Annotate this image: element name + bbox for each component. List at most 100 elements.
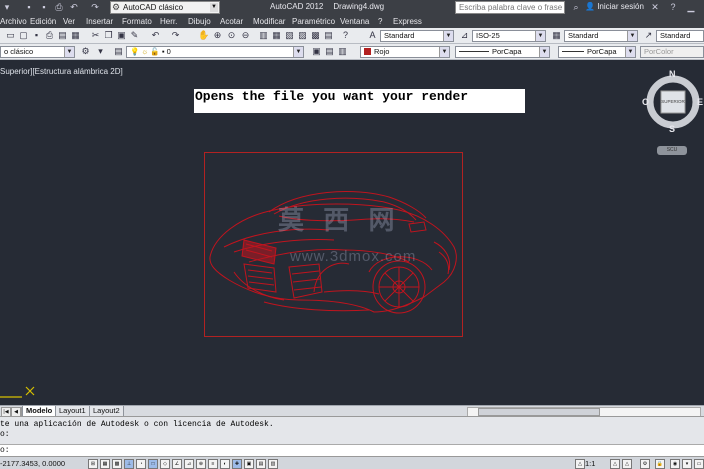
chevron-down-icon[interactable]: ▼ (539, 47, 549, 57)
workspace-selector[interactable]: ⚙ AutoCAD clásico ▼ (110, 1, 220, 14)
lock-icon[interactable]: 🔒 (655, 459, 665, 469)
workspace-combo[interactable]: o clásico ▼ (0, 46, 75, 58)
chevron-down-icon[interactable]: ▼ (439, 47, 449, 57)
menu-edicion[interactable]: Edición (30, 15, 56, 28)
cut-icon[interactable]: ✂ (90, 30, 101, 41)
application-menu-icon[interactable]: ▾ (2, 2, 12, 12)
compass-west[interactable]: O (642, 97, 649, 107)
am-icon[interactable]: ▤ (256, 459, 266, 469)
otrack-icon[interactable]: ∠ (172, 459, 182, 469)
viewcube-face[interactable]: SUPERIOR (661, 99, 685, 104)
menu-help[interactable]: ? (378, 15, 382, 28)
compass-east[interactable]: E (697, 97, 703, 107)
pan-icon[interactable]: ✋ (198, 30, 209, 41)
infer-constraints-icon[interactable]: ⊞ (88, 459, 98, 469)
copy-icon[interactable]: ❐ (103, 30, 114, 41)
ducs-icon[interactable]: ⊿ (184, 459, 194, 469)
print-icon[interactable]: ⎙ (54, 2, 64, 12)
coordinates-readout[interactable]: -2177.3453, 0.0000 (0, 459, 65, 468)
redo-icon[interactable]: ↷ (170, 30, 181, 41)
isolate-icon[interactable]: ◉ (670, 459, 680, 469)
redo-icon[interactable]: ↷ (90, 2, 100, 12)
toolpalettes-icon[interactable]: ▧ (284, 30, 295, 41)
saveas-icon[interactable]: ▪ (39, 2, 49, 12)
undo-icon[interactable]: ↶ (69, 2, 79, 12)
viewport-label[interactable]: Superior][Estructura alámbrica 2D] (0, 67, 123, 76)
workspace-switch-icon[interactable]: ⚙ (640, 459, 650, 469)
menu-herr[interactable]: Herr. (160, 15, 177, 28)
autoscale-icon[interactable]: △ (622, 459, 632, 469)
menu-ver[interactable]: Ver (63, 15, 75, 28)
menu-express[interactable]: Express (393, 15, 422, 28)
chevron-down-icon[interactable]: ▼ (210, 3, 218, 12)
menu-ventana[interactable]: Ventana (340, 15, 369, 28)
mleader-style-combo[interactable]: Standard (656, 30, 704, 42)
menu-parametrico[interactable]: Paramétrico (292, 15, 335, 28)
color-combo[interactable]: Rojo ▼ (360, 46, 450, 58)
status-menu-icon[interactable]: ▾ (682, 459, 692, 469)
customize-icon[interactable]: ▾ (95, 46, 106, 57)
dyn-icon[interactable]: ⊕ (196, 459, 206, 469)
text-style-combo[interactable]: Standard ▼ (380, 30, 454, 42)
3dosnap-icon[interactable]: ◇ (160, 459, 170, 469)
text-style-icon[interactable]: A (367, 30, 378, 41)
menu-modificar[interactable]: Modificar (253, 15, 285, 28)
plotstyle-combo[interactable]: PorColor (640, 46, 704, 58)
menu-acotar[interactable]: Acotar (220, 15, 243, 28)
annotation-scale-icon[interactable]: △ (575, 459, 585, 469)
clean-screen-icon[interactable]: ▭ (694, 459, 704, 469)
save-icon[interactable]: ▪ (31, 30, 42, 41)
chevron-down-icon[interactable]: ▼ (625, 47, 635, 57)
scrollbar-thumb[interactable] (478, 408, 600, 416)
grid-icon[interactable]: ▩ (112, 459, 122, 469)
new-icon[interactable]: ▭ (5, 30, 16, 41)
calculator-icon[interactable]: ▤ (323, 30, 334, 41)
publish-icon[interactable]: ▦ (70, 30, 81, 41)
help-icon[interactable]: ? (668, 2, 678, 12)
workspace-settings-icon[interactable]: ⚙ (80, 46, 91, 57)
annotation-scale[interactable]: 1:1 (585, 459, 595, 468)
paste-icon[interactable]: ▣ (116, 30, 127, 41)
undo-icon[interactable]: ↶ (150, 30, 161, 41)
tpy-icon[interactable]: ◐ (220, 459, 230, 469)
layer-state-icon[interactable]: ▥ (337, 46, 348, 57)
dim-style-combo[interactable]: ISO-25 ▼ (472, 30, 546, 42)
command-input[interactable]: o: (0, 444, 704, 456)
markup-icon[interactable]: ▩ (310, 30, 321, 41)
wcs-menu-button[interactable]: SCU (657, 146, 687, 155)
properties-icon[interactable]: ▥ (258, 30, 269, 41)
chevron-down-icon[interactable]: ▼ (293, 47, 303, 57)
chevron-down-icon[interactable]: ▼ (443, 31, 453, 41)
matchprop-icon[interactable]: ✎ (129, 30, 140, 41)
lineweight-combo[interactable]: PorCapa ▼ (558, 46, 636, 58)
menu-formato[interactable]: Formato (122, 15, 152, 28)
lwt-icon[interactable]: ≡ (208, 459, 218, 469)
compass-north[interactable]: N (669, 69, 676, 79)
menu-archivo[interactable]: Archivo (0, 15, 27, 28)
sheetset-icon[interactable]: ▨ (297, 30, 308, 41)
zoom-previous-icon[interactable]: ⊖ (240, 30, 251, 41)
signin-button[interactable]: 👤 Iniciar sesión (585, 2, 644, 11)
osnap-icon[interactable]: □ (148, 459, 158, 469)
viewcube[interactable]: N S E O SUPERIOR (640, 68, 704, 138)
chevron-down-icon[interactable]: ▼ (627, 31, 637, 41)
qp-icon[interactable]: ✚ (232, 459, 242, 469)
preview-icon[interactable]: ▤ (57, 30, 68, 41)
model-icon[interactable]: ▥ (268, 459, 278, 469)
snap-icon[interactable]: ▦ (100, 459, 110, 469)
annotation-visibility-icon[interactable]: △ (610, 459, 620, 469)
dim-style-icon[interactable]: ⊿ (459, 30, 470, 41)
mleader-style-icon[interactable]: ↗ (643, 30, 654, 41)
make-current-icon[interactable]: ▣ (311, 46, 322, 57)
table-style-icon[interactable]: ▦ (551, 30, 562, 41)
designcenter-icon[interactable]: ▦ (271, 30, 282, 41)
search-input[interactable]: Escriba palabra clave o frase (455, 1, 565, 14)
search-icon[interactable]: ⌕ (571, 2, 581, 12)
ortho-icon[interactable]: ⊥ (124, 459, 134, 469)
print-icon[interactable]: ⎙ (44, 30, 55, 41)
polar-icon[interactable]: ◔ (136, 459, 146, 469)
chevron-down-icon[interactable]: ▼ (535, 31, 545, 41)
exchange-icon[interactable]: ✕ (650, 2, 660, 12)
chevron-down-icon[interactable]: ▼ (64, 47, 74, 57)
layer-properties-icon[interactable]: ▤ (113, 46, 124, 57)
